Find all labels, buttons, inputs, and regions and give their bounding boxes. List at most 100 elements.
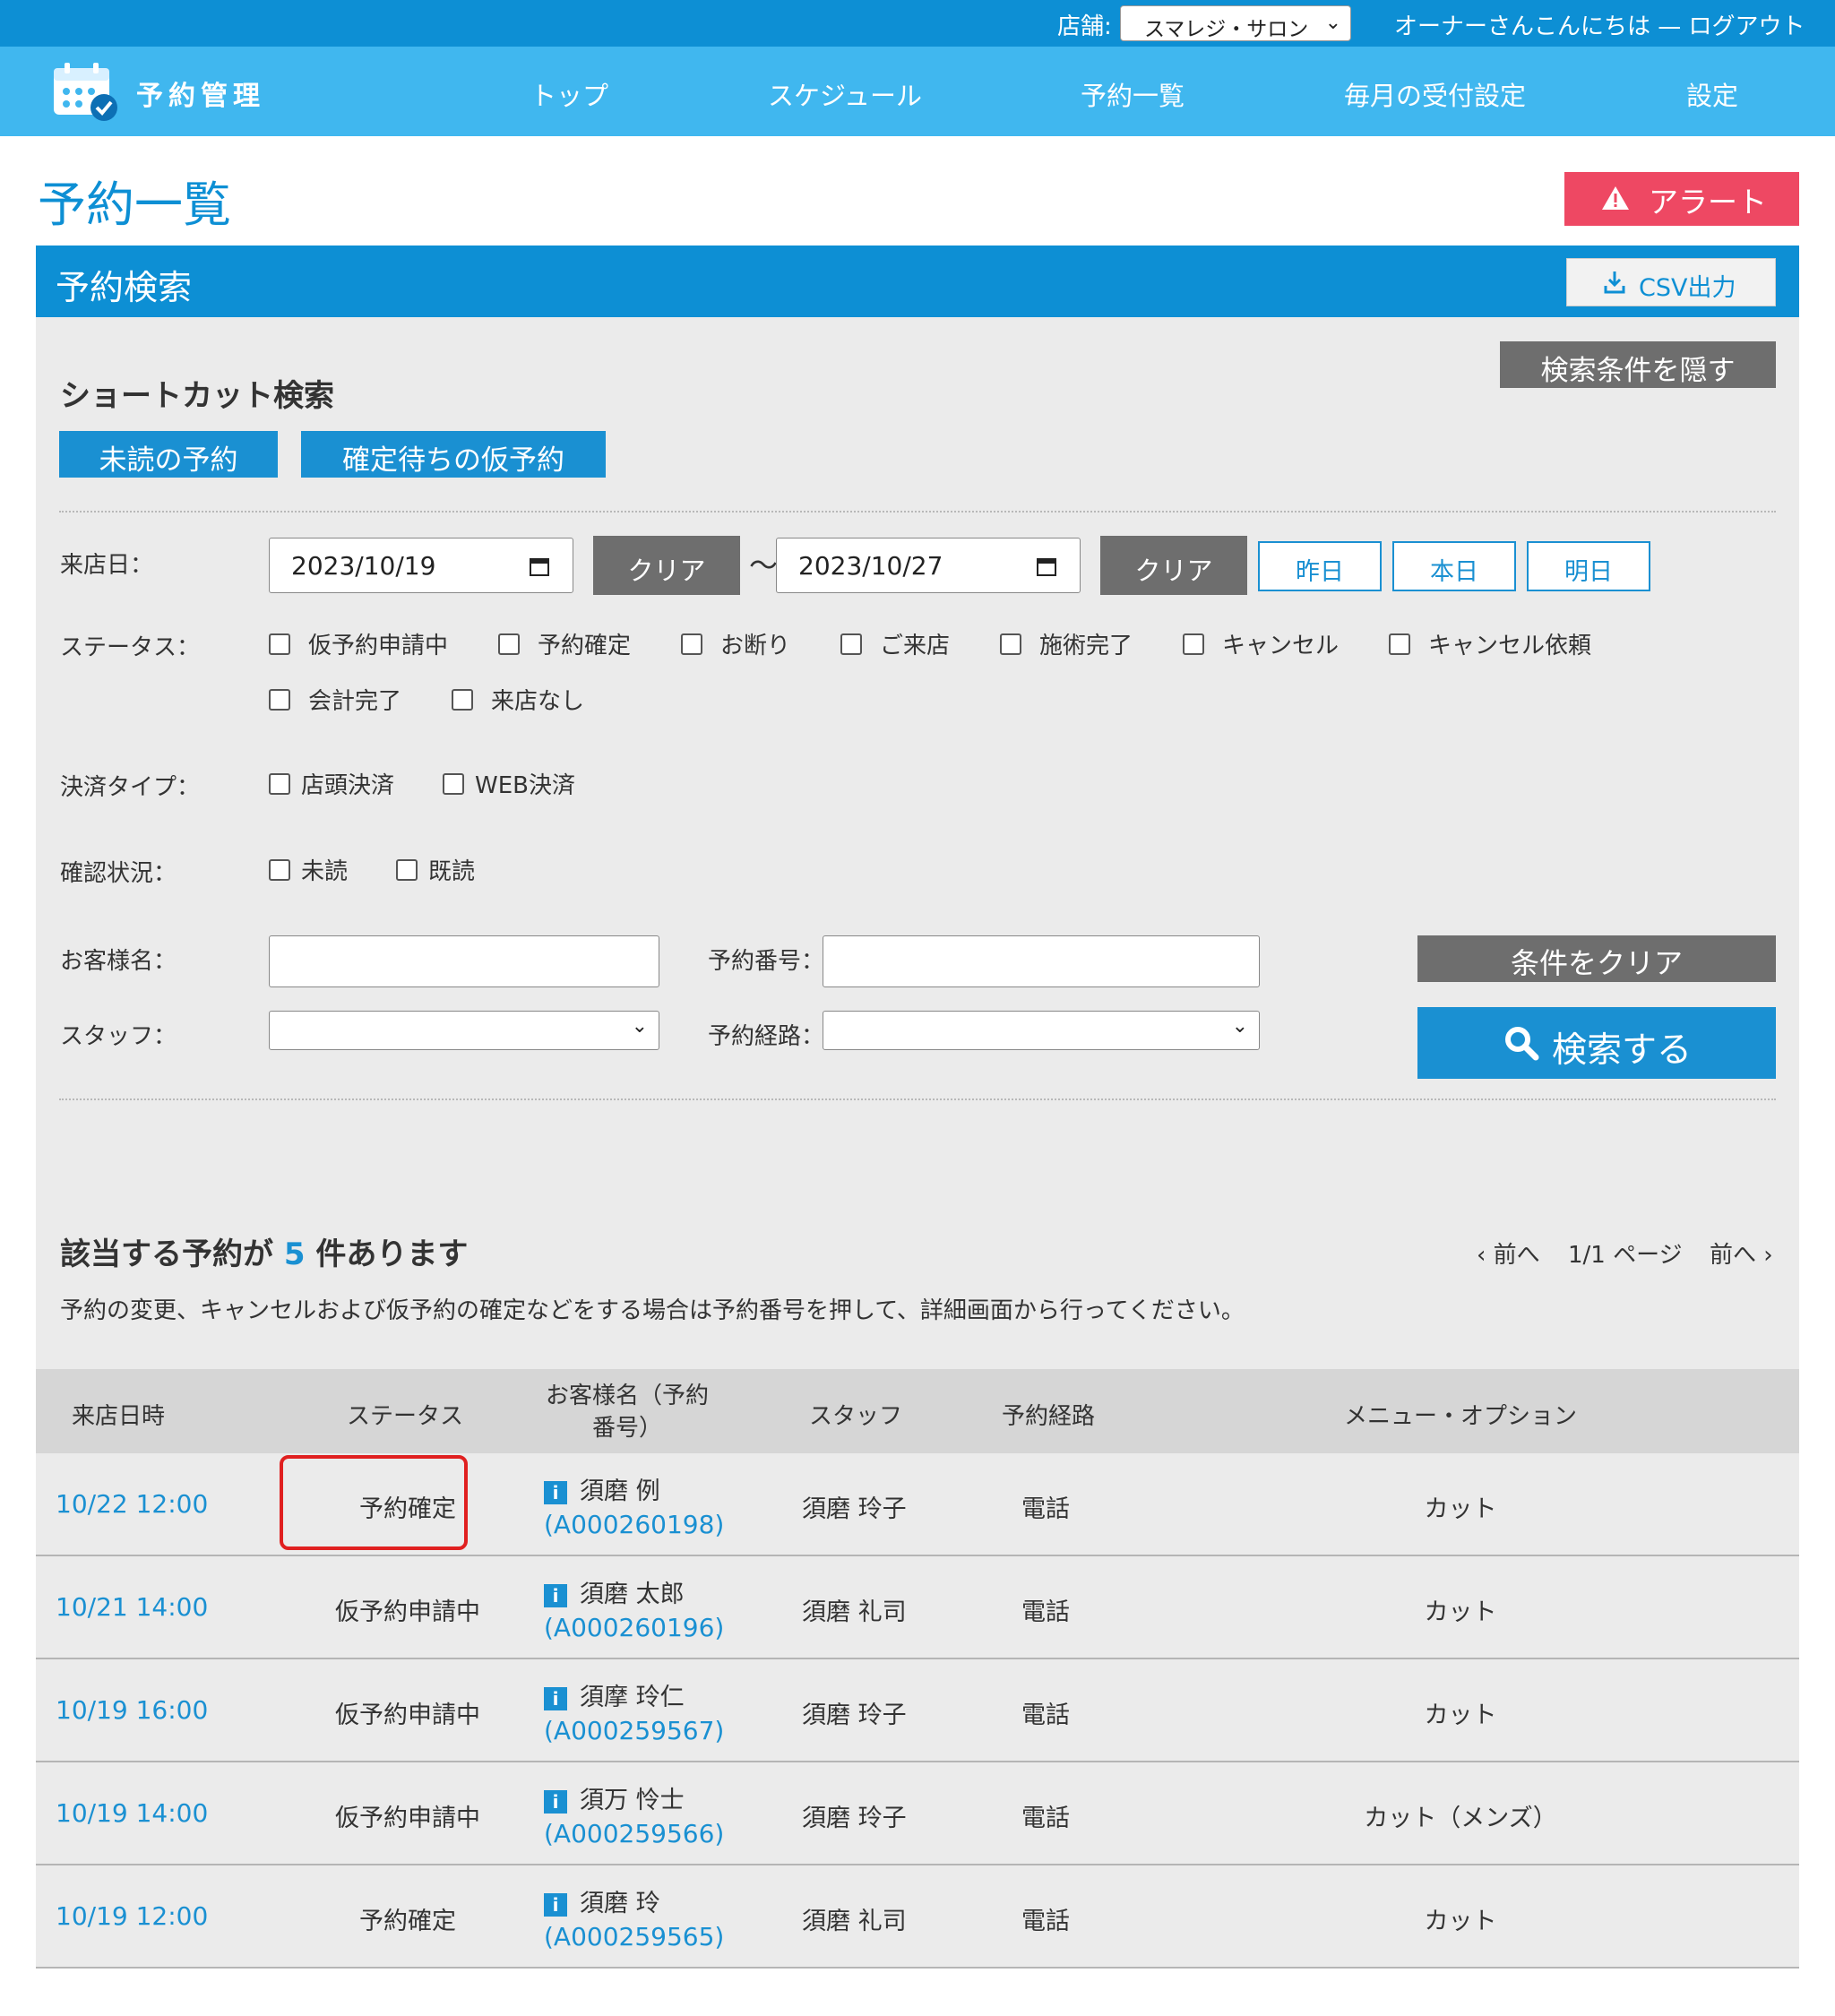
row-reservation-number-link[interactable]: (A000259567) <box>544 1716 724 1745</box>
checkbox-label: 施術完了 <box>1039 633 1133 659</box>
payment-checkbox[interactable]: WEB決済 <box>443 767 575 800</box>
checkbox[interactable] <box>1389 633 1410 655</box>
row-menu: カット <box>1424 1908 1497 1935</box>
checkbox[interactable] <box>1183 633 1204 655</box>
row-reservation-number-link[interactable]: (A000260198) <box>544 1510 724 1539</box>
row-customer: i 須磨 例 (A000260198) <box>544 1471 724 1539</box>
status-checkbox[interactable]: 会計完了 <box>269 683 401 716</box>
payment-checkbox[interactable]: 店頭決済 <box>269 767 394 800</box>
clear-date-to-button[interactable]: クリア <box>1100 536 1247 595</box>
clear-conditions-button[interactable]: 条件をクリア <box>1417 935 1776 982</box>
yesterday-button[interactable]: 昨日 <box>1258 541 1382 591</box>
status-checkbox[interactable]: キャンセル依頼 <box>1389 627 1591 660</box>
status-checkbox[interactable]: ご来店 <box>840 627 950 660</box>
info-icon[interactable]: i <box>544 1686 567 1710</box>
status-checkbox[interactable]: 仮予約申請中 <box>269 627 448 660</box>
chevron-down-icon: ⌄ <box>1231 1015 1248 1038</box>
csv-export-button[interactable]: CSV出力 <box>1566 258 1776 306</box>
shortcut-unread-button[interactable]: 未読の予約 <box>59 431 278 478</box>
info-icon[interactable]: i <box>544 1892 567 1917</box>
row-menu: カット <box>1424 1598 1497 1626</box>
checkbox[interactable] <box>681 633 702 655</box>
confirm-checkbox[interactable]: 未読 <box>269 853 348 886</box>
status-checkbox[interactable]: キャンセル <box>1183 627 1339 660</box>
info-icon[interactable]: i <box>544 1583 567 1607</box>
row-customer-name: 須万 怜士 <box>580 1787 685 1814</box>
checkbox[interactable] <box>269 858 290 881</box>
checkbox[interactable] <box>396 858 418 881</box>
search-title: 予約検索 <box>56 268 193 307</box>
search-button[interactable]: 検索する <box>1417 1007 1776 1079</box>
customer-name-label: お客様名： <box>60 948 177 975</box>
calendar-check-icon <box>54 63 117 121</box>
checkbox[interactable] <box>269 633 290 655</box>
row-datetime: 10/19 14:00 <box>56 1798 209 1828</box>
shortcut-pending-button[interactable]: 確定待ちの仮予約 <box>301 431 606 478</box>
nav-reservation-list[interactable]: 予約一覧 <box>1081 75 1185 113</box>
checkbox[interactable] <box>498 633 520 655</box>
status-checkbox[interactable]: 施術完了 <box>1000 627 1133 660</box>
row-customer-name: 須摩 玲仁 <box>580 1684 685 1711</box>
row-menu: カット（メンズ） <box>1364 1805 1557 1832</box>
reservation-route-select[interactable]: ⌄ <box>823 1011 1260 1050</box>
checkbox[interactable] <box>840 633 862 655</box>
date-to-input[interactable]: 2023/10/27 <box>776 538 1081 593</box>
row-status: 仮予約申請中 <box>335 1805 480 1832</box>
row-menu: カット <box>1424 1495 1497 1523</box>
checkbox[interactable] <box>269 688 290 711</box>
greeting-logout-link[interactable]: オーナーさんこんにちは — ログアウト <box>1394 8 1805 41</box>
clear-date-from-button[interactable]: クリア <box>593 536 740 595</box>
row-status: 仮予約申請中 <box>335 1598 480 1626</box>
nav-settings[interactable]: 設定 <box>1686 75 1738 113</box>
customer-name-input[interactable] <box>269 935 659 987</box>
row-customer: i 須磨 太郎 (A000260196) <box>544 1574 724 1642</box>
checkbox-label: ご来店 <box>880 633 951 659</box>
row-customer: i 須摩 玲仁 (A000259567) <box>544 1677 724 1745</box>
results-note: 予約の変更、キャンセルおよび仮予約の確定などをする場合は予約番号を押して、詳細画… <box>60 1297 1245 1324</box>
checkbox[interactable] <box>1000 633 1021 655</box>
row-reservation-number-link[interactable]: (A000259565) <box>544 1922 724 1951</box>
table-row: 10/21 14:00 仮予約申請中 i 須磨 太郎 (A000260196) 須… <box>36 1556 1799 1659</box>
checkbox[interactable] <box>452 688 473 711</box>
info-icon[interactable]: i <box>544 1480 567 1504</box>
status-checkbox[interactable]: お断り <box>681 627 790 660</box>
warning-icon <box>1602 186 1629 210</box>
checkbox-label: お断り <box>720 633 791 659</box>
row-customer-name: 須磨 玲 <box>580 1890 660 1917</box>
pager-next-link[interactable]: 前へ › <box>1710 1236 1773 1270</box>
date-from-input[interactable]: 2023/10/19 <box>269 538 573 593</box>
info-icon[interactable]: i <box>544 1789 567 1814</box>
hide-conditions-button[interactable]: 検索条件を隠す <box>1500 341 1776 388</box>
staff-label: スタッフ： <box>60 1023 177 1050</box>
status-checkbox[interactable]: 来店なし <box>452 683 584 716</box>
table-row: 10/19 14:00 仮予約申請中 i 須万 怜士 (A000259566) 須… <box>36 1762 1799 1865</box>
reservation-route-label: 予約経路： <box>708 1023 825 1050</box>
checkbox-label: キャンセル <box>1222 633 1340 659</box>
checkbox[interactable] <box>269 772 290 795</box>
pager-prev-link[interactable]: ‹ 前へ <box>1477 1236 1540 1270</box>
row-route: 電話 <box>1021 1908 1070 1935</box>
confirm-checkbox[interactable]: 既読 <box>396 853 475 886</box>
nav-top[interactable]: トップ <box>530 75 608 113</box>
results-count: 5 <box>283 1236 306 1272</box>
tomorrow-button[interactable]: 明日 <box>1527 541 1650 591</box>
store-select[interactable]: スマレジ・サロン ⌄ <box>1120 5 1351 41</box>
store-select-value: スマレジ・サロン <box>1144 18 1309 41</box>
date-from-value: 2023/10/19 <box>291 551 436 581</box>
staff-select[interactable]: ⌄ <box>269 1011 659 1050</box>
status-checkbox[interactable]: 予約確定 <box>498 627 631 660</box>
results-title-prefix: 該当する予約が <box>60 1236 273 1272</box>
alert-label: アラート <box>1649 185 1767 220</box>
reservation-number-input[interactable] <box>823 935 1260 987</box>
shortcut-title: ショートカット検索 <box>60 378 334 414</box>
nav-schedule[interactable]: スケジュール <box>768 75 922 113</box>
alert-button[interactable]: アラート <box>1564 172 1799 226</box>
checkbox[interactable] <box>443 772 464 795</box>
reservation-number-label: 予約番号： <box>708 948 825 975</box>
row-route: 電話 <box>1021 1598 1070 1626</box>
row-reservation-number-link[interactable]: (A000260196) <box>544 1613 724 1642</box>
calendar-icon <box>1037 558 1056 576</box>
today-button[interactable]: 本日 <box>1392 541 1516 591</box>
nav-monthly-settings[interactable]: 毎月の受付設定 <box>1344 75 1526 113</box>
row-reservation-number-link[interactable]: (A000259566) <box>544 1819 724 1848</box>
